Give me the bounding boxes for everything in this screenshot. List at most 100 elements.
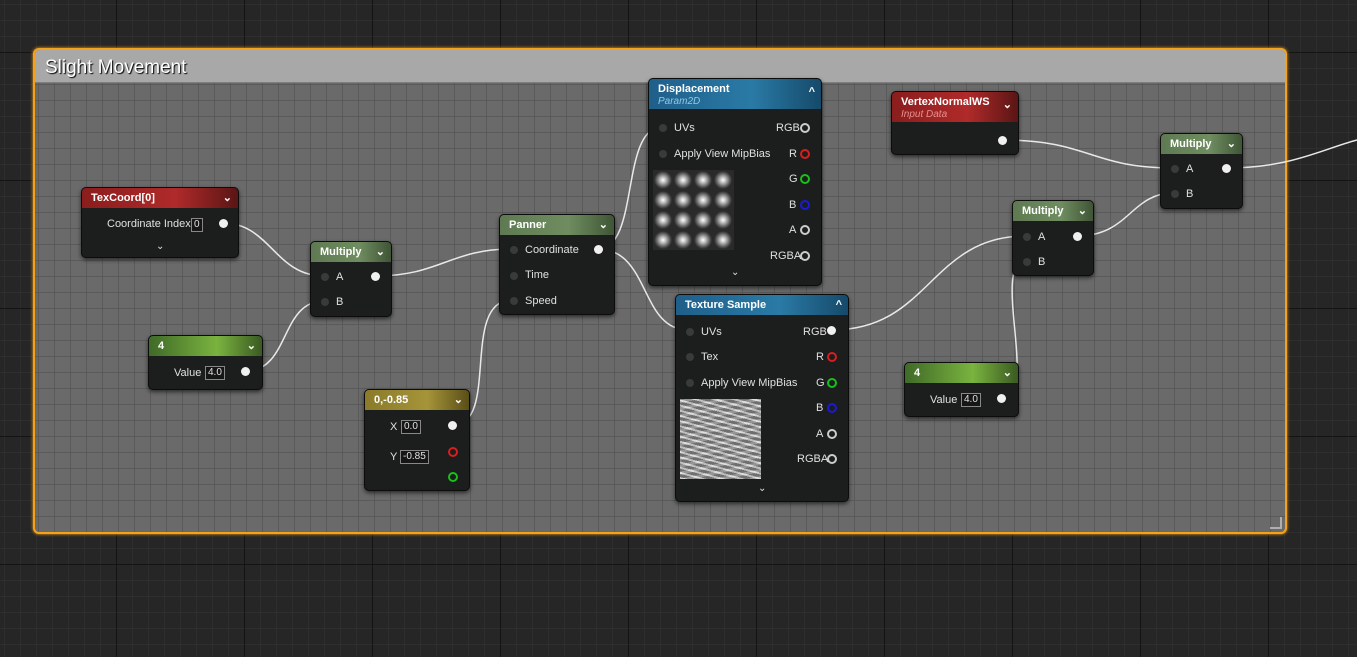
- pin-coordinate-label: Coordinate: [525, 244, 579, 256]
- out-rgba-label: RGBA: [770, 250, 802, 262]
- node-multiply-3[interactable]: Multiply ⌄ A B: [1160, 133, 1243, 209]
- chevron-down-icon[interactable]: ⌄: [731, 267, 739, 278]
- output-pin-g[interactable]: [800, 174, 810, 184]
- y-label: Y: [390, 451, 398, 463]
- input-pin-b[interactable]: [321, 298, 329, 306]
- node-panner[interactable]: Panner ⌄ Coordinate Time Speed: [499, 214, 615, 315]
- out-g-label: G: [816, 377, 825, 389]
- pin-b-label: B: [336, 296, 344, 308]
- output-pin[interactable]: [241, 367, 250, 376]
- chevron-up-icon[interactable]: ^: [836, 295, 842, 315]
- node-header[interactable]: Displacement Param2D ^: [649, 79, 821, 109]
- node-header[interactable]: Panner ⌄: [500, 215, 614, 235]
- node-header[interactable]: Texture Sample ^: [676, 295, 848, 315]
- node-header[interactable]: 4 ⌄: [149, 336, 262, 356]
- node-vertexnormalws[interactable]: VertexNormalWS Input Data ⌄: [891, 91, 1019, 155]
- output-pin[interactable]: [997, 394, 1006, 403]
- y-field[interactable]: -0.85: [400, 450, 429, 464]
- output-pin-rgba[interactable]: [827, 454, 837, 464]
- pin-a-label: A: [1186, 163, 1194, 175]
- chevron-down-icon[interactable]: ⌄: [758, 483, 766, 494]
- node-constant-2[interactable]: 4 ⌄ Value 4.0: [904, 362, 1019, 417]
- value-label: Value: [930, 394, 958, 406]
- node-header[interactable]: TexCoord[0] ⌄: [82, 188, 238, 208]
- output-pin-g[interactable]: [448, 472, 458, 482]
- input-pin-speed[interactable]: [510, 297, 518, 305]
- node-header[interactable]: 4 ⌄: [905, 363, 1018, 383]
- output-pin[interactable]: [1222, 164, 1231, 173]
- input-pin-b[interactable]: [1171, 190, 1179, 198]
- input-pin-mipbias[interactable]: [659, 150, 667, 158]
- output-pin-a[interactable]: [800, 225, 810, 235]
- input-pin-a[interactable]: [321, 273, 329, 281]
- out-r-label: R: [789, 148, 797, 160]
- chevron-down-icon[interactable]: ⌄: [599, 215, 608, 235]
- x-label: X: [390, 421, 398, 433]
- output-pin-b[interactable]: [827, 403, 837, 413]
- value-field[interactable]: 4.0: [961, 393, 981, 407]
- output-pin[interactable]: [1073, 232, 1082, 241]
- value-field[interactable]: 4.0: [205, 366, 225, 380]
- chevron-down-icon[interactable]: ⌄: [247, 336, 256, 356]
- chevron-down-icon[interactable]: ⌄: [376, 242, 385, 262]
- output-pin-rgba[interactable]: [800, 251, 810, 261]
- pin-mipbias-label: Apply View MipBias: [701, 377, 798, 389]
- chevron-down-icon[interactable]: ⌄: [1003, 363, 1012, 383]
- node-header[interactable]: Multiply ⌄: [311, 242, 391, 262]
- chevron-down-icon[interactable]: ⌄: [1003, 96, 1012, 114]
- node-title: Multiply: [1022, 205, 1064, 217]
- out-rgb-label: RGB: [803, 326, 827, 338]
- node-title: 4: [158, 340, 165, 352]
- output-pin[interactable]: [998, 136, 1007, 145]
- coordinate-index-label: Coordinate Index: [107, 218, 191, 230]
- output-pin-rgb[interactable]: [800, 123, 810, 133]
- node-header[interactable]: 0,-0.85 ⌄: [365, 390, 469, 410]
- node-displacement[interactable]: Displacement Param2D ^ UVs Apply View Mi…: [648, 78, 822, 286]
- input-pin-a[interactable]: [1171, 165, 1179, 173]
- chevron-down-icon[interactable]: ⌄: [1078, 201, 1087, 221]
- input-pin-mipbias[interactable]: [686, 379, 694, 387]
- node-multiply-2[interactable]: Multiply ⌄ A B: [1012, 200, 1094, 276]
- pin-time-label: Time: [525, 269, 550, 281]
- input-pin-b[interactable]: [1023, 258, 1031, 266]
- node-multiply-1[interactable]: Multiply ⌄ A B: [310, 241, 392, 317]
- output-pin-r[interactable]: [448, 447, 458, 457]
- output-pin[interactable]: [219, 219, 228, 228]
- output-pin[interactable]: [371, 272, 380, 281]
- pin-mipbias-label: Apply View MipBias: [674, 148, 771, 160]
- node-texcoord[interactable]: TexCoord[0] ⌄ Coordinate Index 0 ⌄: [81, 187, 239, 258]
- chevron-down-icon[interactable]: ⌄: [454, 390, 463, 410]
- input-pin-time[interactable]: [510, 272, 518, 280]
- node-header[interactable]: Multiply ⌄: [1013, 201, 1093, 221]
- node-header[interactable]: Multiply ⌄: [1161, 134, 1242, 154]
- chevron-down-icon[interactable]: ⌄: [1227, 134, 1236, 154]
- output-pin-g[interactable]: [827, 378, 837, 388]
- input-pin-tex[interactable]: [686, 353, 694, 361]
- output-pin-r[interactable]: [800, 149, 810, 159]
- chevron-down-icon[interactable]: ⌄: [223, 188, 232, 208]
- chevron-down-icon[interactable]: ⌄: [156, 241, 164, 252]
- node-subtitle: Param2D: [658, 96, 701, 107]
- node-texture-sample[interactable]: Texture Sample ^ UVs Tex Apply View MipB…: [675, 294, 849, 502]
- pin-a-label: A: [1038, 231, 1046, 243]
- node-header[interactable]: VertexNormalWS Input Data ⌄: [892, 92, 1018, 122]
- coordinate-index-field[interactable]: 0: [191, 218, 203, 232]
- output-pin[interactable]: [448, 421, 457, 430]
- output-pin-b[interactable]: [800, 200, 810, 210]
- chevron-up-icon[interactable]: ^: [809, 83, 815, 101]
- input-pin-uvs[interactable]: [686, 328, 694, 336]
- node-title: Multiply: [1170, 138, 1212, 150]
- output-pin-rgb[interactable]: [827, 326, 836, 335]
- output-pin-r[interactable]: [827, 352, 837, 362]
- node-constant-1[interactable]: 4 ⌄ Value 4.0: [148, 335, 263, 390]
- output-pin[interactable]: [594, 245, 603, 254]
- output-pin-a[interactable]: [827, 429, 837, 439]
- texture-preview-thumbnail: [653, 170, 734, 250]
- comment-resize-handle[interactable]: [1270, 517, 1282, 529]
- out-r-label: R: [816, 351, 824, 363]
- input-pin-coordinate[interactable]: [510, 246, 518, 254]
- input-pin-a[interactable]: [1023, 233, 1031, 241]
- input-pin-uvs[interactable]: [659, 124, 667, 132]
- node-constant2vector[interactable]: 0,-0.85 ⌄ X 0.0 Y -0.85: [364, 389, 470, 491]
- x-field[interactable]: 0.0: [401, 420, 421, 434]
